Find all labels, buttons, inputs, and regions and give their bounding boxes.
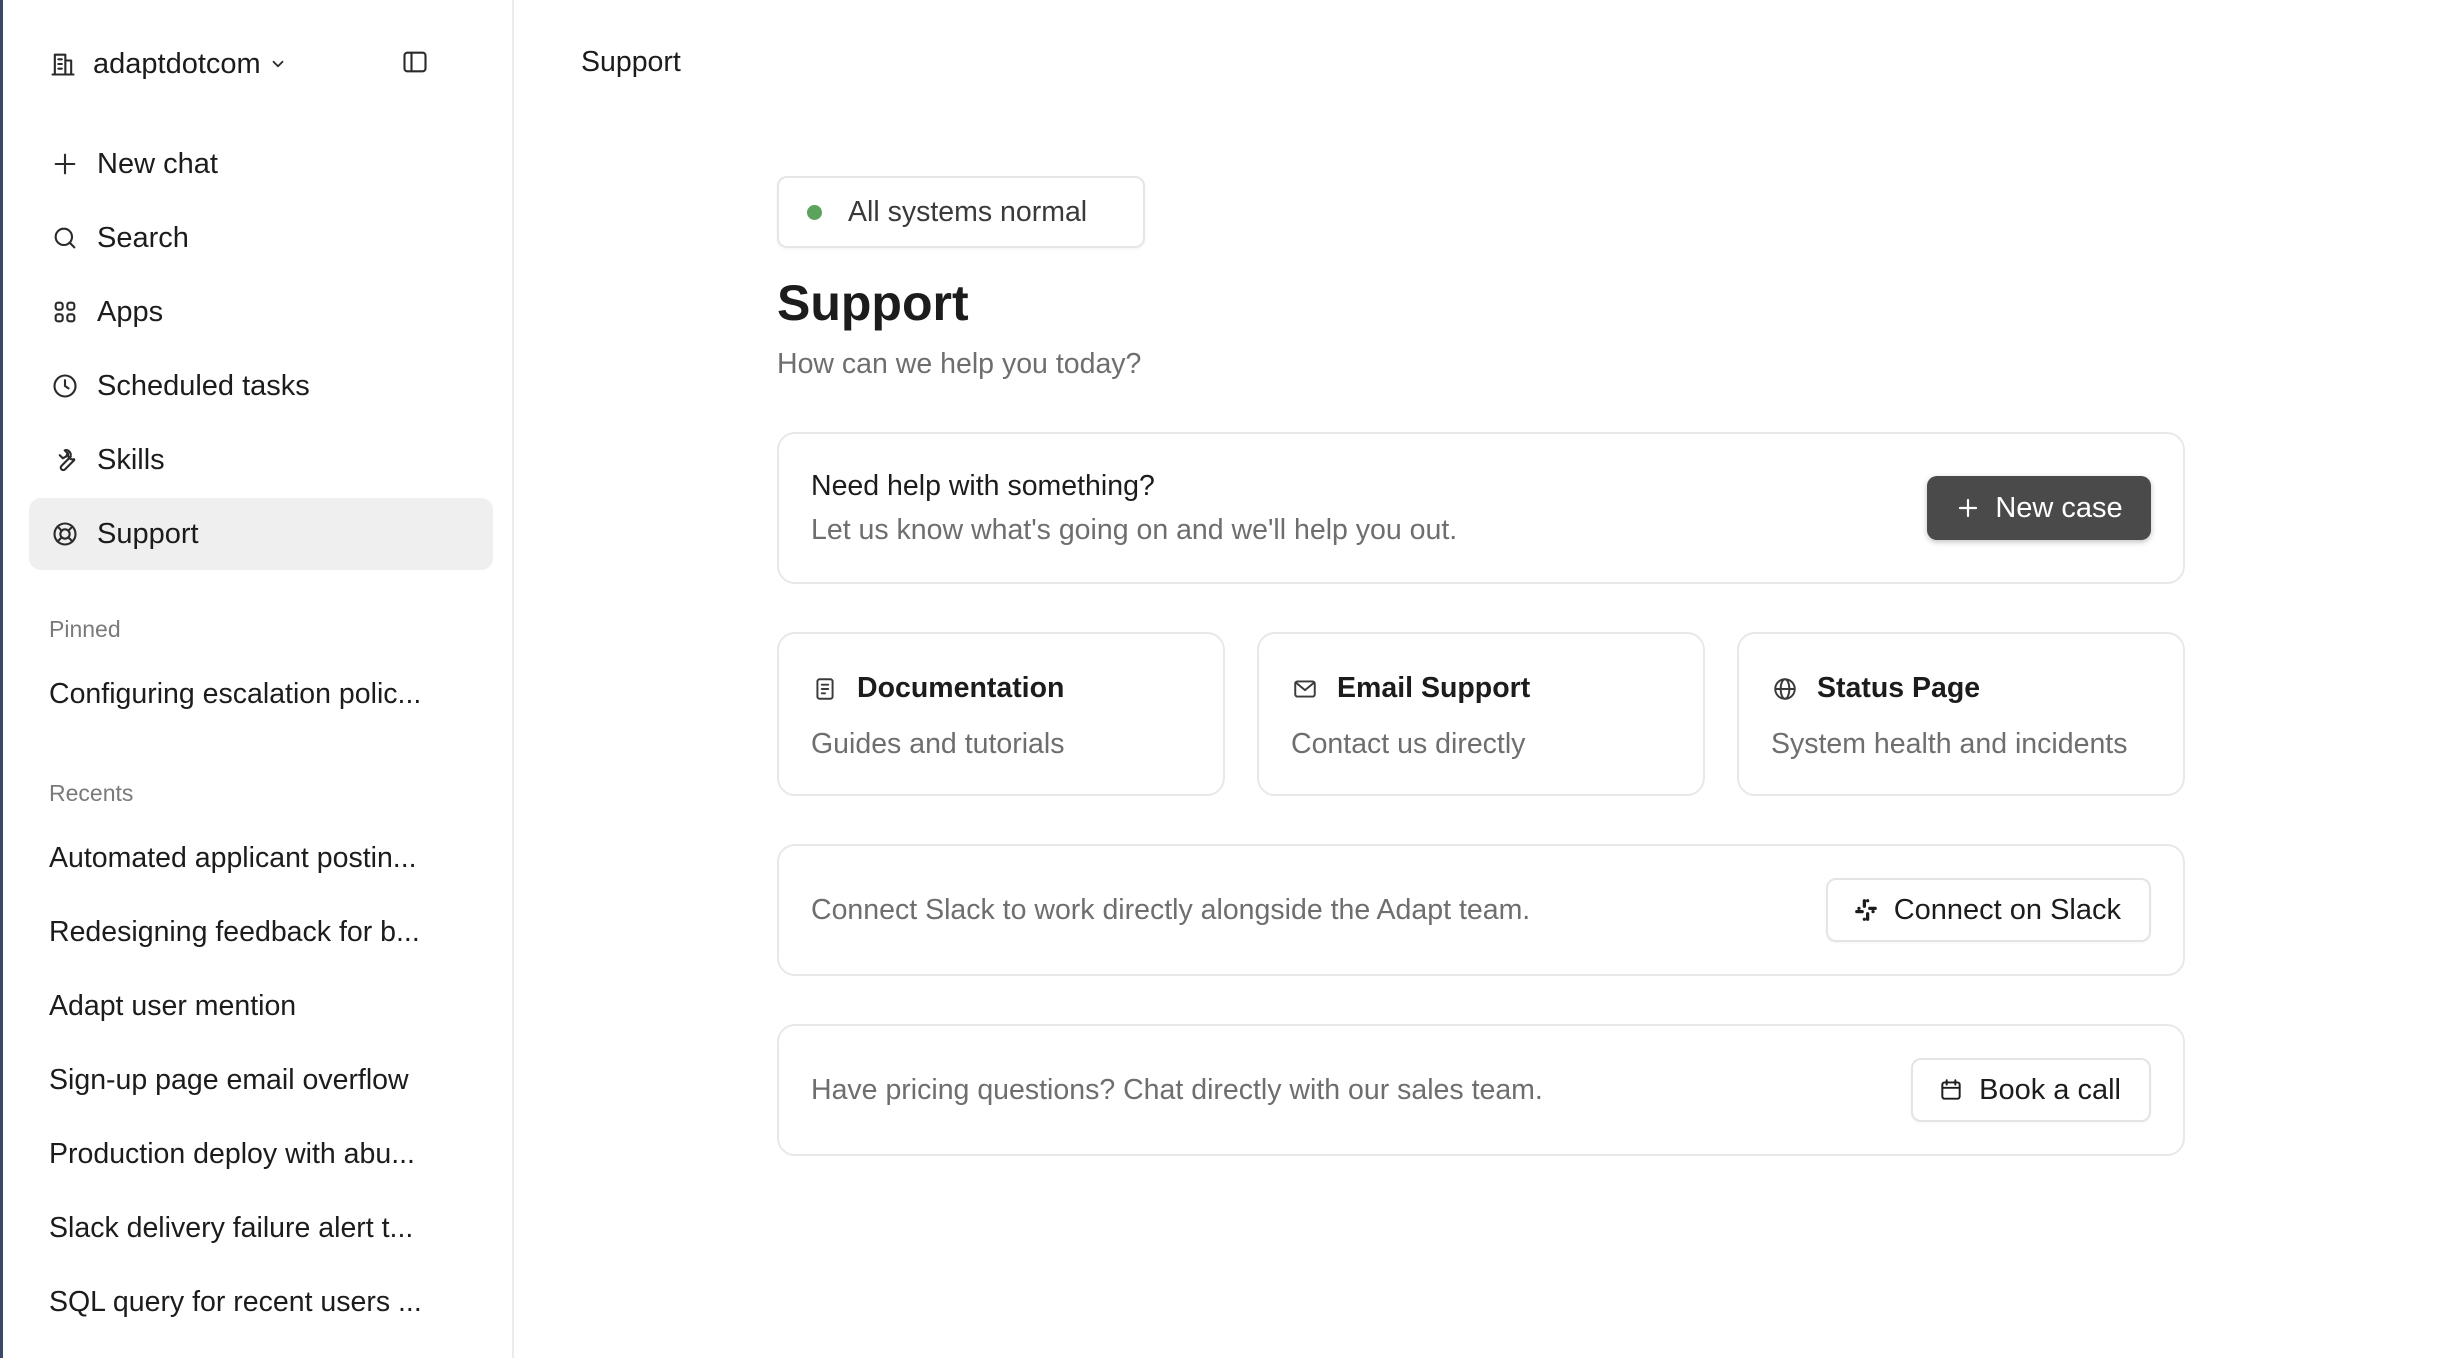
clock-icon xyxy=(49,370,81,402)
status-page-card[interactable]: Status Page System health and incidents xyxy=(1737,632,2185,796)
recent-item[interactable]: Production deploy with abu... xyxy=(49,1138,415,1171)
plus-icon xyxy=(1955,495,1981,521)
book-call-card: Have pricing questions? Chat directly wi… xyxy=(777,1024,2185,1156)
resource-title: Documentation xyxy=(857,672,1065,704)
recent-item[interactable]: Slack delivery failure alert t... xyxy=(49,1212,413,1245)
sidebar-item-label: Support xyxy=(97,517,199,550)
sidebar-item-scheduled-tasks[interactable]: Scheduled tasks xyxy=(29,350,493,422)
sidebar-item-label: Skills xyxy=(97,443,165,476)
slack-card-text: Connect Slack to work directly alongside… xyxy=(811,894,1531,926)
book-call-label: Book a call xyxy=(1979,1073,2121,1106)
system-status-badge[interactable]: All systems normal xyxy=(777,176,1145,248)
page-subtitle: How can we help you today? xyxy=(777,348,1142,380)
recent-item[interactable]: SQL query for recent users ... xyxy=(49,1286,422,1319)
chevron-down-icon xyxy=(269,54,289,74)
topbar-title: Support xyxy=(581,46,681,78)
recents-section-label: Recents xyxy=(49,780,134,806)
recent-item[interactable]: Sign-up page email overflow xyxy=(49,1064,409,1097)
connect-slack-button[interactable]: Connect on Slack xyxy=(1825,878,2151,942)
sidebar-item-label: Scheduled tasks xyxy=(97,369,310,402)
connect-slack-label: Connect on Slack xyxy=(1893,893,2121,926)
sidebar-item-label: Search xyxy=(97,221,189,254)
sidebar-toggle-icon[interactable] xyxy=(397,44,433,80)
resource-subtitle: Contact us directly xyxy=(1291,728,1526,760)
resource-title: Status Page xyxy=(1817,672,1981,704)
lifebuoy-icon xyxy=(49,518,81,550)
sidebar-item-label: Apps xyxy=(97,295,164,328)
document-icon xyxy=(811,675,839,703)
recent-item[interactable]: Adapt user mention xyxy=(49,990,296,1023)
help-card-title: Need help with something? xyxy=(811,470,1155,502)
status-text: All systems normal xyxy=(848,195,1088,228)
resource-subtitle: System health and incidents xyxy=(1771,728,2128,760)
apps-grid-icon xyxy=(49,296,81,328)
mail-icon xyxy=(1291,675,1319,703)
recent-item[interactable]: Automated applicant postin... xyxy=(49,842,417,875)
status-dot xyxy=(807,204,822,220)
sidebar-nav: New chat Search Apps Scheduled tasks Ski… xyxy=(29,128,493,572)
resource-subtitle: Guides and tutorials xyxy=(811,728,1065,760)
sidebar: adaptdotcom New chat Search Apps Schedul… xyxy=(3,0,514,1358)
email-support-card[interactable]: Email Support Contact us directly xyxy=(1257,632,1705,796)
slack-connect-card: Connect Slack to work directly alongside… xyxy=(777,844,2185,976)
sidebar-item-skills[interactable]: Skills xyxy=(29,424,493,496)
new-case-button[interactable]: New case xyxy=(1927,476,2151,540)
recent-item[interactable]: Redesigning feedback for b... xyxy=(49,916,420,949)
sidebar-item-new-chat[interactable]: New chat xyxy=(29,128,493,200)
calendar-icon xyxy=(1937,1076,1965,1104)
pinned-section-label: Pinned xyxy=(49,616,121,642)
workspace-name: adaptdotcom xyxy=(93,47,261,80)
sidebar-item-apps[interactable]: Apps xyxy=(29,276,493,348)
new-case-button-label: New case xyxy=(1995,491,2123,524)
plus-icon xyxy=(49,148,81,180)
sidebar-item-search[interactable]: Search xyxy=(29,202,493,274)
slack-icon xyxy=(1852,896,1880,924)
page-title: Support xyxy=(777,275,969,331)
help-card-subtitle: Let us know what's going on and we'll he… xyxy=(811,514,1458,546)
sidebar-item-support[interactable]: Support xyxy=(29,498,493,570)
wrench-icon xyxy=(49,444,81,476)
call-card-text: Have pricing questions? Chat directly wi… xyxy=(811,1074,1543,1106)
sidebar-item-label: New chat xyxy=(97,147,218,180)
globe-icon xyxy=(1771,675,1799,703)
resource-title: Email Support xyxy=(1337,672,1531,704)
app-window: adaptdotcom New chat Search Apps Schedul… xyxy=(0,0,2438,1358)
new-case-card: Need help with something? Let us know wh… xyxy=(777,432,2185,584)
search-icon xyxy=(49,222,81,254)
building-icon xyxy=(47,48,79,80)
book-call-button[interactable]: Book a call xyxy=(1911,1058,2151,1122)
documentation-card[interactable]: Documentation Guides and tutorials xyxy=(777,632,1225,796)
pinned-item[interactable]: Configuring escalation polic... xyxy=(49,678,421,711)
